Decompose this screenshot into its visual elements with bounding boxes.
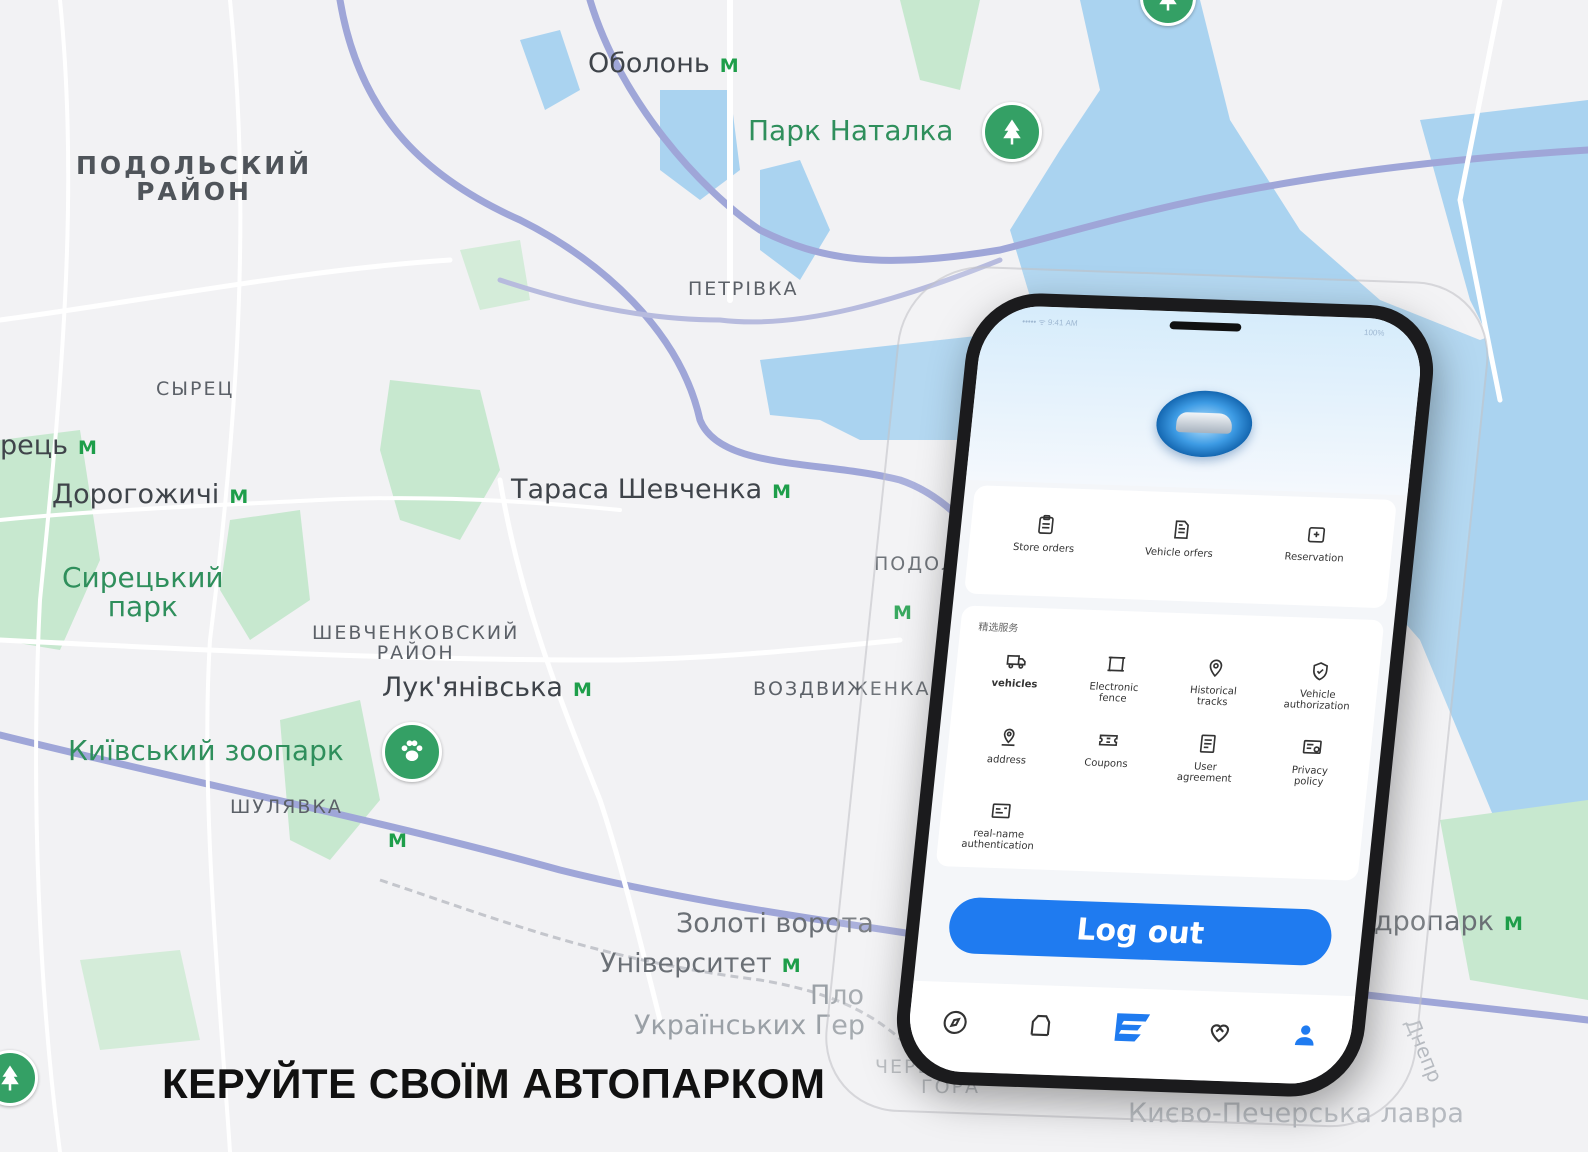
address-button[interactable]: address xyxy=(956,724,1060,768)
map-pin-icon xyxy=(1209,659,1223,678)
fence-icon xyxy=(1107,656,1126,672)
station-syrets[interactable]: рець M xyxy=(0,430,97,461)
coupons-button[interactable]: Coupons xyxy=(1056,727,1160,771)
station-label: рець xyxy=(0,430,69,461)
station-lukianivska[interactable]: Лук'янівська M xyxy=(382,672,592,703)
headline: КЕРУЙТЕ СВОЇМ АВТОПАРКОМ xyxy=(162,1060,826,1107)
station-obolon[interactable]: Оболонь M xyxy=(588,48,739,79)
tab-bar xyxy=(904,980,1356,1086)
area-petrivka-label: ПЕТРІВКА xyxy=(688,278,799,300)
calendar-icon xyxy=(1307,526,1326,543)
service-label: Vehicle authorization xyxy=(1283,688,1351,713)
tree-icon xyxy=(1,1065,19,1091)
brand-e-icon xyxy=(1114,1013,1151,1042)
heart-icon xyxy=(1210,1024,1230,1043)
zoo-pin[interactable] xyxy=(382,722,442,782)
metro-icon: M xyxy=(772,481,792,503)
status-bar-left: ••••• ᯤ 9:41 AM xyxy=(1021,316,1079,328)
tab-favorites[interactable] xyxy=(1198,1011,1242,1052)
real-name-authentication-button[interactable]: real-name authentication xyxy=(937,798,1062,853)
store-orders-button[interactable]: Store orders xyxy=(998,512,1092,556)
quick-action-label: Store orders xyxy=(1012,541,1075,556)
tab-profile[interactable] xyxy=(1283,1014,1327,1055)
service-label: Electronic fence xyxy=(1088,681,1139,705)
quick-action-label: Vehicle orfers xyxy=(1144,546,1214,560)
station-universytet[interactable]: Університет M xyxy=(600,948,801,979)
service-label: Coupons xyxy=(1083,757,1129,771)
electronic-fence-button[interactable]: Electronic fence xyxy=(1062,651,1167,706)
compass-icon xyxy=(943,1010,967,1035)
privacy-icon xyxy=(1302,739,1322,755)
logout-button[interactable]: Log out xyxy=(946,896,1335,967)
area-syrets-label: СЫРЕЦ xyxy=(156,378,235,400)
tab-vehicles[interactable] xyxy=(1019,1005,1063,1046)
station-label: Тараса Шевченка xyxy=(511,474,763,505)
park-syretskyi-label[interactable]: Сирецький парк xyxy=(62,563,224,622)
service-label: User agreement xyxy=(1176,761,1233,785)
phone-frame: ••••• ᯤ 9:41 AM 100% Store orders Vehicl… xyxy=(889,291,1441,1099)
phone-mockup: ••••• ᯤ 9:41 AM 100% Store orders Vehicl… xyxy=(817,263,1497,1130)
section-title: 精选服务 xyxy=(977,622,1019,635)
profile-header: ••••• ᯤ 9:41 AM 100% xyxy=(965,304,1426,496)
zoo-label[interactable]: Київський зоопарк xyxy=(68,736,344,766)
park-small-2 xyxy=(80,950,200,1050)
location-icon xyxy=(1001,728,1015,747)
tree-icon xyxy=(1159,0,1177,11)
service-label: vehicles xyxy=(990,677,1038,691)
station-label: Дорогожичі xyxy=(52,479,220,510)
district-podilskyi-label: ПОДОЛЬСКИЙ РАЙОН xyxy=(76,151,313,207)
metro-icon: M xyxy=(1503,913,1523,935)
services-card: 精选服务 vehicles Electronic fence Historica… xyxy=(935,605,1385,881)
vehicle-authorization-button[interactable]: Vehicle authorization xyxy=(1261,658,1376,713)
agreement-icon xyxy=(1199,734,1216,754)
area-shuliavka-label: ШУЛЯВКА xyxy=(230,796,343,818)
station-dorohozhychi[interactable]: Дорогожичі M xyxy=(52,479,249,510)
metro-icon: M xyxy=(572,679,592,701)
quick-action-label: Reservation xyxy=(1283,551,1345,565)
metro-icon: M xyxy=(388,830,407,852)
van-icon xyxy=(1175,411,1234,434)
status-bar-battery: 100% xyxy=(1363,327,1385,338)
car-icon xyxy=(1030,1014,1051,1037)
station-label: Лук'янівська xyxy=(382,672,563,703)
district-shevchenkivskyi-label: ШЕВЧЕНКОВСКИЙ РАЙОН xyxy=(312,622,520,664)
tree-icon xyxy=(1003,119,1021,145)
quick-actions-card: Store orders Vehicle orfers Reservation xyxy=(963,485,1397,609)
park-natalka-pin[interactable] xyxy=(982,102,1042,162)
shield-icon xyxy=(1313,662,1329,681)
phone-screen: ••••• ᯤ 9:41 AM 100% Store orders Vehicl… xyxy=(904,304,1426,1086)
park-natalka-label[interactable]: Парк Наталка xyxy=(748,116,953,146)
id-card-icon xyxy=(991,803,1011,819)
reservation-button[interactable]: Reservation xyxy=(1269,522,1363,566)
station-tarasa-shevchenka[interactable]: Тараса Шевченка M xyxy=(511,474,792,505)
metro-icon: M xyxy=(229,486,249,508)
service-label: address xyxy=(986,754,1027,767)
metro-icon: M xyxy=(78,437,97,459)
clipboard-icon xyxy=(1038,514,1054,535)
document-icon xyxy=(1174,520,1189,540)
user-agreement-button[interactable]: User agreement xyxy=(1154,731,1259,786)
tab-discover[interactable] xyxy=(933,1002,977,1043)
vehicle-orders-button[interactable]: Vehicle orfers xyxy=(1133,517,1227,561)
service-label: Privacy policy xyxy=(1291,764,1329,788)
metro-icon: M xyxy=(719,55,739,77)
metro-icon: M xyxy=(781,955,801,977)
user-icon xyxy=(1294,1025,1314,1046)
ticket-icon xyxy=(1098,734,1118,747)
station-label: Університет xyxy=(600,948,772,979)
tab-home[interactable] xyxy=(1104,1000,1161,1054)
service-label: Historical tracks xyxy=(1189,684,1238,708)
paw-icon xyxy=(401,740,423,761)
metro-shuliavka-marker[interactable]: M xyxy=(388,830,407,852)
service-label: real-name authentication xyxy=(960,828,1035,852)
avatar[interactable] xyxy=(1153,389,1256,459)
historical-tracks-button[interactable]: Historical tracks xyxy=(1162,655,1267,710)
truck-icon xyxy=(1006,654,1026,669)
privacy-policy-button[interactable]: Privacy policy xyxy=(1253,734,1368,789)
vehicles-button[interactable]: vehicles xyxy=(964,648,1068,692)
station-label: Оболонь xyxy=(588,48,710,79)
phone-notch xyxy=(1169,321,1242,332)
